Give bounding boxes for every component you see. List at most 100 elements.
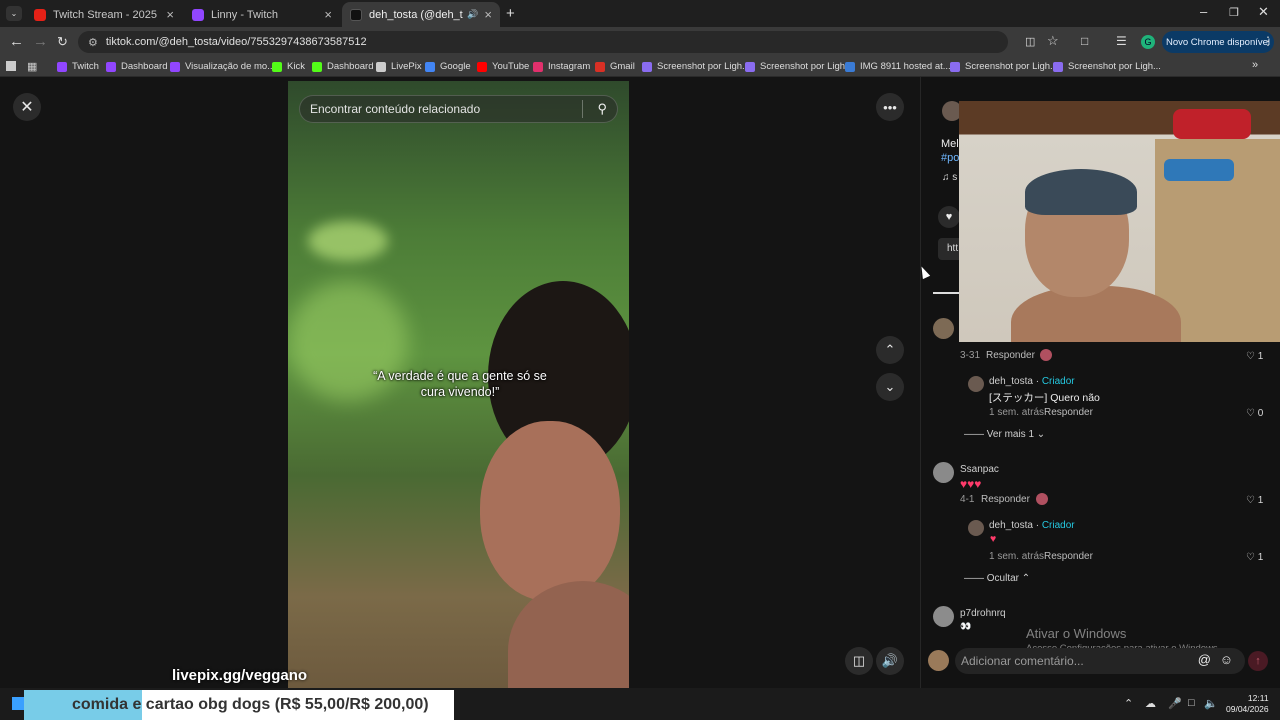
tab-groups-icon[interactable]: ▦	[27, 60, 37, 73]
comment-like-count[interactable]: ♡ 1	[1246, 552, 1263, 563]
bookmark-item[interactable]: Twitch	[57, 59, 99, 74]
bookmark-item[interactable]: Google	[425, 59, 471, 74]
suitcase	[1173, 109, 1251, 139]
user-avatar[interactable]	[928, 650, 949, 671]
bookmark-label: Screenshot por Ligh...	[760, 61, 853, 72]
comment-author[interactable]: deh_tosta · Criador	[989, 520, 1075, 531]
close-tab-icon[interactable]: ×	[484, 7, 492, 22]
bookmark-item[interactable]: Screenshot por Ligh...	[1053, 59, 1161, 74]
tray-chevron-icon[interactable]: ⌃	[1124, 697, 1133, 710]
back-icon[interactable]: ←	[9, 33, 24, 50]
tab-twitch-stream[interactable]: Twitch Stream - 2025 Birthday ×	[26, 2, 182, 27]
bookmark-star-icon[interactable]: ☆	[1047, 33, 1059, 49]
network-icon[interactable]: ☁	[1145, 697, 1156, 710]
site-info-icon[interactable]: ⚙	[88, 36, 98, 49]
tiktok-favicon-icon	[350, 8, 362, 21]
tab-search-icon[interactable]: ⌄	[6, 6, 22, 21]
extensions-icon[interactable]: □	[1081, 34, 1088, 48]
reply-link[interactable]: Responder	[986, 350, 1035, 361]
like-icon[interactable]: ♥	[938, 206, 960, 228]
minimize-icon[interactable]: –	[1200, 4, 1207, 19]
audio-playing-icon[interactable]: 🔊	[467, 9, 478, 20]
related-search-input[interactable]: Encontrar conteúdo relacionado ⚲	[299, 95, 618, 123]
comment-author[interactable]: deh_tosta · Criador	[989, 376, 1075, 387]
tab-tiktok[interactable]: deh_tosta (@deh_tosta) | Ti 🔊 ×	[342, 2, 500, 27]
menu-kebab-icon[interactable]: ⋮	[1262, 34, 1274, 48]
forward-icon[interactable]: →	[33, 33, 48, 50]
display-icon[interactable]: □	[1188, 697, 1195, 709]
search-icon[interactable]: ⚲	[597, 101, 607, 117]
comment-author[interactable]: p7drohnrq	[960, 608, 1006, 619]
chevron-up-icon: ⌃	[884, 342, 896, 357]
microphone-icon[interactable]: 🎤	[1168, 697, 1182, 710]
close-tab-icon[interactable]: ×	[166, 7, 174, 22]
bookmark-item[interactable]: Gmail	[595, 59, 635, 74]
avatar[interactable]	[933, 606, 954, 627]
like-count: 1	[1257, 495, 1264, 506]
music-link[interactable]: ♫ s	[942, 172, 957, 183]
bookmark-item[interactable]: Screenshot por Ligh...	[950, 59, 1058, 74]
reply-link[interactable]: Responder	[1044, 551, 1093, 562]
creator-liked-avatar	[1036, 493, 1048, 505]
avatar[interactable]	[968, 520, 984, 536]
bookmark-item[interactable]: Dashboard	[106, 59, 167, 74]
bookmark-label: Screenshot por Ligh...	[657, 61, 750, 72]
bookmark-item[interactable]: Kick	[272, 59, 305, 74]
volume-tray-icon[interactable]: 🔈	[1204, 697, 1218, 710]
reload-icon[interactable]: ↻	[57, 34, 68, 50]
shelf-items	[1164, 159, 1234, 181]
youtube-favicon-icon	[34, 8, 46, 21]
hashtag-link[interactable]: #po	[941, 152, 959, 164]
bookmark-item[interactable]: LivePix	[376, 59, 422, 74]
close-window-icon[interactable]: ✕	[1258, 4, 1269, 20]
bookmark-item[interactable]: Screenshot por Ligh...	[642, 59, 750, 74]
maximize-icon[interactable]: ❐	[1229, 6, 1239, 19]
more-options-button[interactable]: •••	[876, 93, 904, 121]
description-text: Mel	[941, 138, 959, 150]
tab-label: Linny - Twitch	[211, 8, 279, 21]
reply-link[interactable]: Responder	[981, 494, 1030, 505]
next-video-button[interactable]: ⌄	[876, 373, 904, 401]
bookmark-item[interactable]: Visualização de mo...	[170, 59, 275, 74]
close-tab-icon[interactable]: ×	[324, 7, 332, 22]
mention-icon[interactable]: @	[1198, 652, 1211, 667]
avatar[interactable]	[968, 376, 984, 392]
comment-author[interactable]: Ssanpac	[960, 464, 999, 475]
new-tab-button[interactable]: +	[506, 5, 515, 22]
bookmark-item[interactable]: Screenshot por Ligh...	[745, 59, 853, 74]
bookmark-item[interactable]: IMG 8911 hosted at...	[845, 59, 951, 74]
comment-like-count[interactable]: ♡ 1	[1246, 351, 1263, 362]
more-bookmarks-icon[interactable]: »	[1252, 59, 1258, 71]
tab-linny-twitch[interactable]: Linny - Twitch ×	[184, 2, 340, 27]
profile-avatar[interactable]: G	[1141, 35, 1155, 49]
video-caption: “A verdade é que a gente só se cura vive…	[373, 369, 547, 399]
view-more-replies[interactable]: —— Ver mais 1 ⌄	[964, 429, 1045, 440]
bookmark-item[interactable]: YouTube	[477, 59, 529, 74]
comment-like-count[interactable]: ♡ 0	[1246, 408, 1263, 419]
hide-replies[interactable]: —— Ocultar ⌃	[964, 573, 1030, 584]
close-video-button[interactable]: ✕	[13, 93, 41, 121]
streamer-cap	[1025, 169, 1137, 215]
install-app-icon[interactable]: ◫	[1025, 35, 1035, 48]
avatar[interactable]	[933, 462, 954, 483]
send-comment-button[interactable]: ↑	[1248, 651, 1268, 671]
emoji-icon[interactable]: ☺	[1220, 652, 1233, 667]
bookmark-favicon-icon	[745, 61, 755, 72]
media-control-icon[interactable]: ☰	[1116, 34, 1127, 48]
reply-link[interactable]: Responder	[1044, 407, 1093, 418]
bookmark-item[interactable]: Instagram	[533, 59, 590, 74]
volume-button[interactable]: 🔊	[876, 647, 904, 675]
floating-player-button[interactable]: ◫	[845, 647, 873, 675]
previous-video-button[interactable]: ⌃	[876, 336, 904, 364]
comment-like-count[interactable]: ♡ 1	[1246, 495, 1263, 506]
address-bar[interactable]: ⚙ tiktok.com/@deh_tosta/video/7553297438…	[78, 31, 1008, 53]
link-text: htt	[947, 243, 959, 254]
avatar[interactable]	[933, 318, 954, 339]
taskbar-clock[interactable]: 12:11 09/04/2026	[1226, 693, 1269, 715]
bookmark-item[interactable]: Dashboard	[312, 59, 373, 74]
apps-icon[interactable]	[6, 61, 16, 71]
comment-input[interactable]: Adicionar comentário... @ ☺	[955, 648, 1245, 674]
bookmark-label: Gmail	[610, 61, 635, 72]
creator-badge: Criador	[1041, 520, 1075, 531]
chrome-update-button[interactable]: Novo Chrome disponível	[1162, 31, 1274, 53]
